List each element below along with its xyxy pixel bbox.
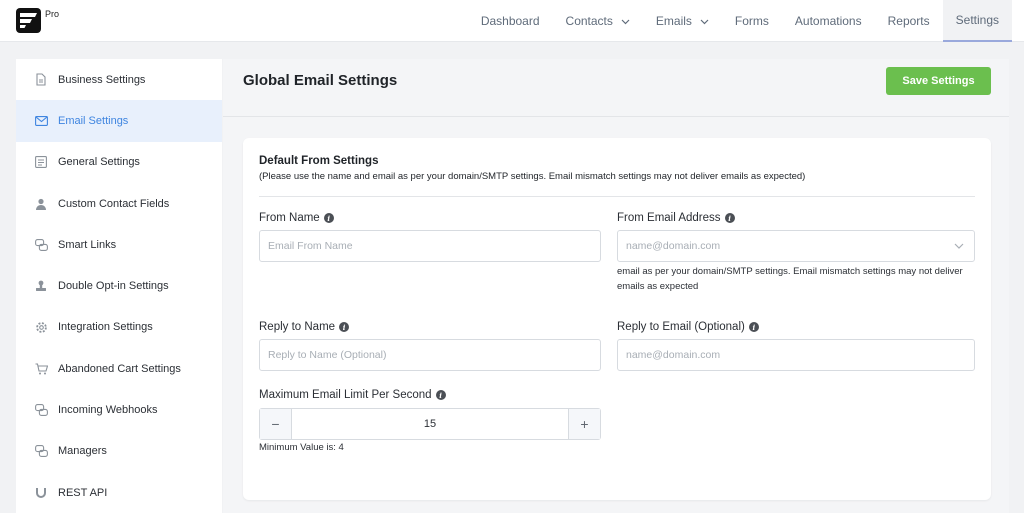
gear-icon	[34, 320, 48, 334]
email-limit-label: Maximum Email Limit Per Second i	[259, 389, 446, 401]
nav-label: Automations	[794, 14, 862, 28]
from-email-placeholder: name@domain.com	[626, 240, 721, 252]
sidebar-item-label: General Settings	[58, 156, 140, 169]
increment-button[interactable]: +	[568, 409, 600, 439]
nav-label: Dashboard	[480, 14, 540, 28]
nav-reports[interactable]: Reports	[875, 0, 943, 42]
sidebar-item-label: Integration Settings	[58, 321, 153, 334]
nav-forms[interactable]: Forms	[722, 0, 782, 42]
sidebar-item-label: Incoming Webhooks	[58, 404, 158, 417]
settings-sidebar: Business Settings Email Settings General S…	[16, 59, 222, 513]
top-navbar: Pro Dashboard Contacts Emails Forms Automati…	[0, 0, 1024, 42]
sidebar-item-managers[interactable]: Managers	[16, 431, 222, 472]
app-logo[interactable]	[16, 8, 41, 33]
chevron-down-icon	[621, 14, 630, 28]
info-icon[interactable]: i	[339, 322, 350, 332]
reply-email-label-text: Reply to Email (Optional)	[617, 321, 745, 333]
sidebar-item-label: Custom Contact Fields	[58, 197, 170, 210]
sidebar-item-label: Managers	[58, 445, 107, 458]
nav-label: Settings	[955, 13, 999, 27]
sidebar-item-email-settings[interactable]: Email Settings	[16, 100, 222, 142]
header-divider	[223, 116, 1009, 117]
nav-contacts[interactable]: Contacts	[553, 0, 643, 42]
sidebar-item-incoming-webhooks[interactable]: Incoming Webhooks	[16, 389, 222, 430]
sidebar-item-label: Email Settings	[58, 114, 129, 127]
stamp-icon	[34, 279, 48, 293]
section-note: (Please use the name and email as per yo…	[259, 171, 806, 182]
settings-card: Default From Settings (Please use the na…	[243, 138, 991, 500]
from-name-label-text: From Name	[259, 212, 320, 224]
reply-name-label-text: Reply to Name	[259, 321, 336, 333]
from-email-help: email as per your domain/SMTP settings. …	[617, 266, 963, 292]
reply-name-input[interactable]: Reply to Name (Optional)	[259, 339, 601, 371]
sidebar-item-integration-settings[interactable]: Integration Settings	[16, 307, 222, 348]
nav-automations[interactable]: Automations	[782, 0, 875, 42]
sidebar-item-label: Business Settings	[58, 73, 146, 86]
section-title: Default From Settings	[259, 155, 379, 167]
chevron-down-icon	[954, 243, 964, 249]
info-icon[interactable]: i	[748, 322, 759, 332]
settings-sliders-icon	[34, 155, 48, 169]
sidebar-item-label: Smart Links	[58, 238, 117, 251]
sidebar-item-label: Abandoned Cart Settings	[58, 362, 181, 375]
user-icon	[34, 197, 48, 211]
webhook-icon	[34, 403, 48, 417]
sidebar-item-custom-contact-fields[interactable]: Custom Contact Fields	[16, 183, 222, 224]
from-email-select[interactable]: name@domain.com	[617, 230, 975, 262]
page-title: Global Email Settings	[243, 72, 398, 89]
save-settings-button[interactable]: Save Settings	[886, 67, 991, 95]
info-icon[interactable]: i	[323, 213, 334, 223]
magnet-icon	[34, 486, 48, 500]
email-limit-value[interactable]: 15	[292, 409, 568, 439]
reply-email-placeholder: name@domain.com	[626, 349, 721, 361]
nav-label: Reports	[887, 14, 930, 28]
reply-email-label: Reply to Email (Optional) i	[617, 321, 759, 333]
from-name-input[interactable]: Email From Name	[259, 230, 601, 262]
decrement-button[interactable]: −	[260, 409, 292, 439]
nav-dashboard[interactable]: Dashboard	[468, 0, 553, 42]
sidebar-item-label: REST API	[58, 486, 108, 499]
info-icon[interactable]: i	[724, 213, 735, 223]
nav-label: Emails	[655, 14, 692, 28]
document-icon	[34, 73, 48, 87]
email-limit-help: Minimum Value is: 4	[259, 442, 344, 453]
envelope-icon	[34, 114, 48, 128]
logo-icon	[20, 13, 37, 28]
nav-emails[interactable]: Emails	[643, 0, 722, 42]
cart-icon	[34, 362, 48, 376]
reply-name-label: Reply to Name i	[259, 321, 350, 333]
main-content: Global Email Settings Save Settings Defa…	[223, 59, 1009, 513]
sidebar-item-rest-api[interactable]: REST API	[16, 472, 222, 513]
sidebar-item-double-opt-in-settings[interactable]: Double Opt-in Settings	[16, 265, 222, 306]
sidebar-item-abandoned-cart-settings[interactable]: Abandoned Cart Settings	[16, 348, 222, 389]
from-name-label: From Name i	[259, 212, 334, 224]
email-limit-label-text: Maximum Email Limit Per Second	[259, 389, 432, 401]
reply-email-input[interactable]: name@domain.com	[617, 339, 975, 371]
sidebar-item-smart-links[interactable]: Smart Links	[16, 224, 222, 265]
sidebar-item-general-settings[interactable]: General Settings	[16, 142, 222, 183]
from-email-label: From Email Address i	[617, 212, 735, 224]
info-icon[interactable]: i	[435, 390, 446, 400]
managers-icon	[34, 444, 48, 458]
email-limit-stepper: − 15 +	[259, 408, 601, 440]
sidebar-item-business-settings[interactable]: Business Settings	[16, 59, 222, 100]
reply-name-placeholder: Reply to Name (Optional)	[268, 349, 387, 361]
from-name-placeholder: Email From Name	[268, 240, 353, 252]
link-icon	[34, 238, 48, 252]
pro-badge: Pro	[45, 9, 60, 19]
main-nav: Dashboard Contacts Emails Forms Automations R…	[468, 0, 1012, 42]
from-email-label-text: From Email Address	[617, 212, 721, 224]
nav-settings[interactable]: Settings	[942, 0, 1012, 42]
sidebar-item-label: Double Opt-in Settings	[58, 280, 169, 293]
chevron-down-icon	[700, 14, 709, 28]
nav-label: Contacts	[565, 14, 613, 28]
nav-label: Forms	[734, 14, 769, 28]
section-divider	[259, 196, 975, 197]
